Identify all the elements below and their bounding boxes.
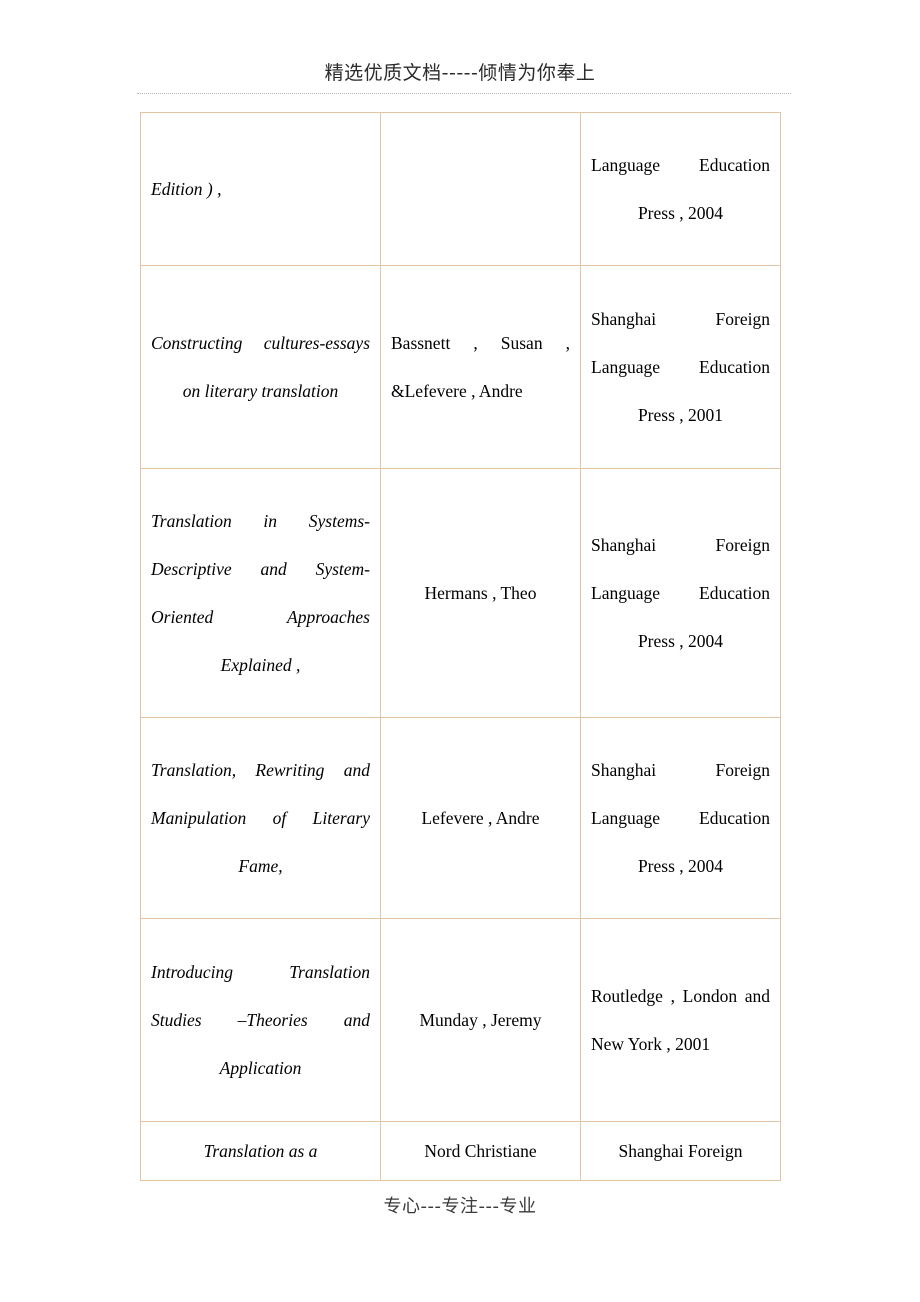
page-header: 精选优质文档-----倾情为你奉上 <box>0 60 920 86</box>
cell-title: Edition ) , <box>140 112 381 266</box>
author-text: Munday , Jeremy <box>419 1010 542 1030</box>
cell-publisher: Language Education Press , 2004 <box>580 112 781 266</box>
footer-slogan-text: 专心---专注---专业 <box>383 1196 537 1217</box>
header-title-text: 精选优质文档-----倾情为你奉上 <box>324 62 596 84</box>
cell-title: Constructing cultures-essays on literary… <box>140 265 381 469</box>
table-row: Translation as a Nord Christiane Shangha… <box>140 1121 781 1181</box>
cell-publisher: Shanghai Foreign <box>580 1121 781 1181</box>
title-text: Translation in Systems-Descriptive and S… <box>151 511 370 675</box>
cell-publisher: Routledge , London and New York , 2001 <box>580 918 781 1122</box>
author-text: Nord Christiane <box>424 1141 537 1161</box>
publisher-text: Shanghai Foreign Language Education Pres… <box>591 535 770 651</box>
page-footer: 专心---专注---专业 <box>0 1194 920 1220</box>
table-row: Translation, Rewriting and Manipulation … <box>140 717 781 919</box>
cell-publisher: Shanghai Foreign Language Education Pres… <box>580 468 781 718</box>
publisher-text: Shanghai Foreign Language Education Pres… <box>591 760 770 876</box>
table-row: Constructing cultures-essays on literary… <box>140 265 781 469</box>
table-row: Translation in Systems-Descriptive and S… <box>140 468 781 718</box>
cell-author: Lefevere , Andre <box>380 717 581 919</box>
publisher-text: Shanghai Foreign <box>618 1141 743 1161</box>
cell-author <box>380 112 581 266</box>
cell-publisher: Shanghai Foreign Language Education Pres… <box>580 717 781 919</box>
cell-title: Translation in Systems-Descriptive and S… <box>140 468 381 718</box>
cell-author: Munday , Jeremy <box>380 918 581 1122</box>
cell-title: Introducing Translation Studies –Theorie… <box>140 918 381 1122</box>
table-row: Introducing Translation Studies –Theorie… <box>140 918 781 1122</box>
author-text: Bassnett , Susan , &Lefevere , Andre <box>391 333 570 401</box>
author-text: Hermans , Theo <box>424 583 537 603</box>
cell-author: Hermans , Theo <box>380 468 581 718</box>
author-text: Lefevere , Andre <box>421 808 540 828</box>
cell-author: Bassnett , Susan , &Lefevere , Andre <box>380 265 581 469</box>
title-text: Constructing cultures-essays on literary… <box>151 333 370 401</box>
publisher-text: Language Education Press , 2004 <box>591 155 770 223</box>
title-text: Translation, Rewriting and Manipulation … <box>151 760 370 876</box>
publisher-text: Shanghai Foreign Language Education Pres… <box>591 309 770 425</box>
cell-title: Translation as a <box>140 1121 381 1181</box>
publisher-text: Routledge , London and New York , 2001 <box>591 986 770 1054</box>
title-text: Introducing Translation Studies –Theorie… <box>151 962 370 1078</box>
cell-title: Translation, Rewriting and Manipulation … <box>140 717 381 919</box>
references-table: Edition ) , Language Education Press , 2… <box>140 112 781 1181</box>
title-text: Translation as a <box>203 1141 318 1161</box>
cell-publisher: Shanghai Foreign Language Education Pres… <box>580 265 781 469</box>
header-divider-rule <box>137 93 791 94</box>
title-text: Edition ) , <box>151 179 222 199</box>
table-row: Edition ) , Language Education Press , 2… <box>140 112 781 266</box>
cell-author: Nord Christiane <box>380 1121 581 1181</box>
